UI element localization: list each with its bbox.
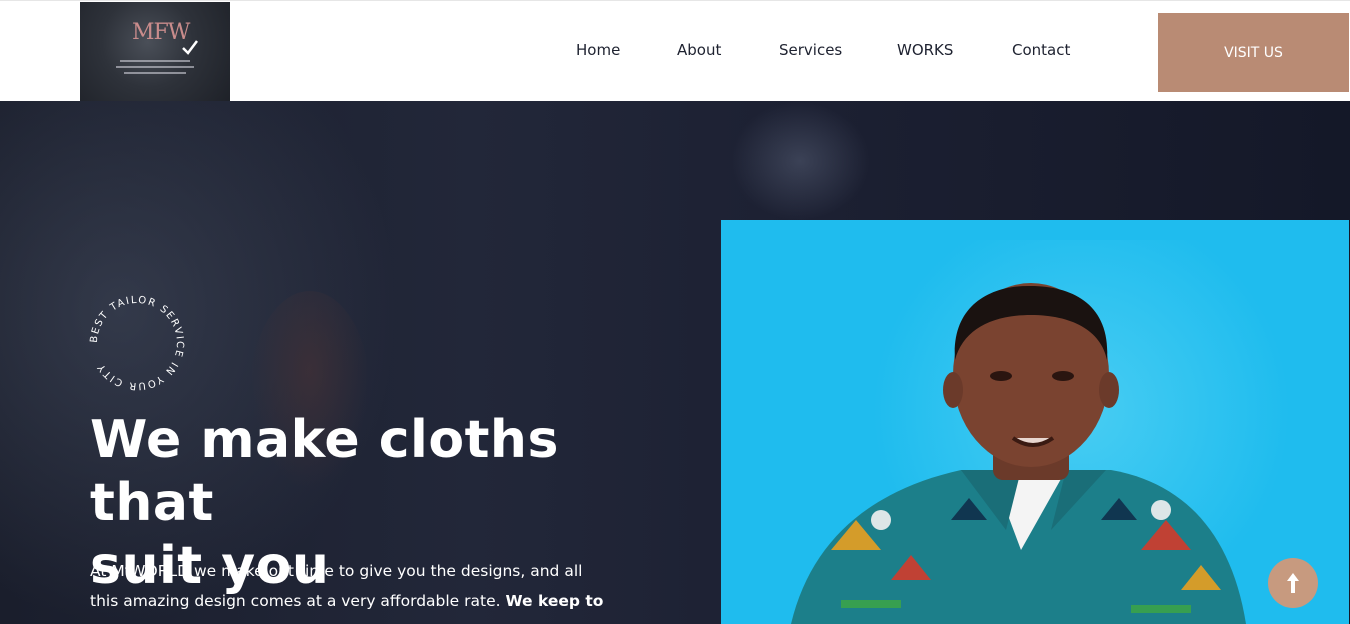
nav-about[interactable]: About <box>677 41 721 59</box>
hero-background-shade <box>730 101 870 221</box>
badge-text: BEST TAILOR SERVICE IN YOUR CITY <box>89 295 185 391</box>
nav-services[interactable]: Services <box>779 41 842 59</box>
paragraph-line: At MfWORLD we make out time to give you … <box>90 562 583 580</box>
check-icon <box>182 40 198 55</box>
logo-line <box>116 66 194 68</box>
headline-line: We make cloths that <box>90 410 559 533</box>
paragraph-line: this amazing design comes at a very affo… <box>90 586 650 616</box>
visit-us-button[interactable]: VISIT US <box>1158 13 1349 92</box>
logo-line <box>120 60 190 62</box>
arrow-up-icon <box>1287 573 1299 593</box>
nav-home[interactable]: Home <box>576 41 620 59</box>
paragraph-text: this amazing design comes at a very affo… <box>90 592 506 610</box>
nav-contact[interactable]: Contact <box>1012 41 1070 59</box>
nav-works[interactable]: WORKS <box>897 41 953 59</box>
site-header: MFW Home About Services WORKS Contact VI… <box>0 0 1350 102</box>
hero-photo <box>721 220 1349 624</box>
scroll-to-top-button[interactable] <box>1268 558 1318 608</box>
hero-paragraph: At MfWORLD we make out time to give you … <box>90 556 650 616</box>
paragraph-bold-text: We keep to <box>505 592 604 610</box>
site-logo[interactable]: MFW <box>80 2 230 102</box>
logo-line <box>124 72 186 74</box>
hero-section: BEST TAILOR SERVICE IN YOUR CITY We make… <box>0 101 1350 624</box>
circular-badge: BEST TAILOR SERVICE IN YOUR CITY <box>89 295 185 391</box>
person-illustration <box>791 283 1246 624</box>
